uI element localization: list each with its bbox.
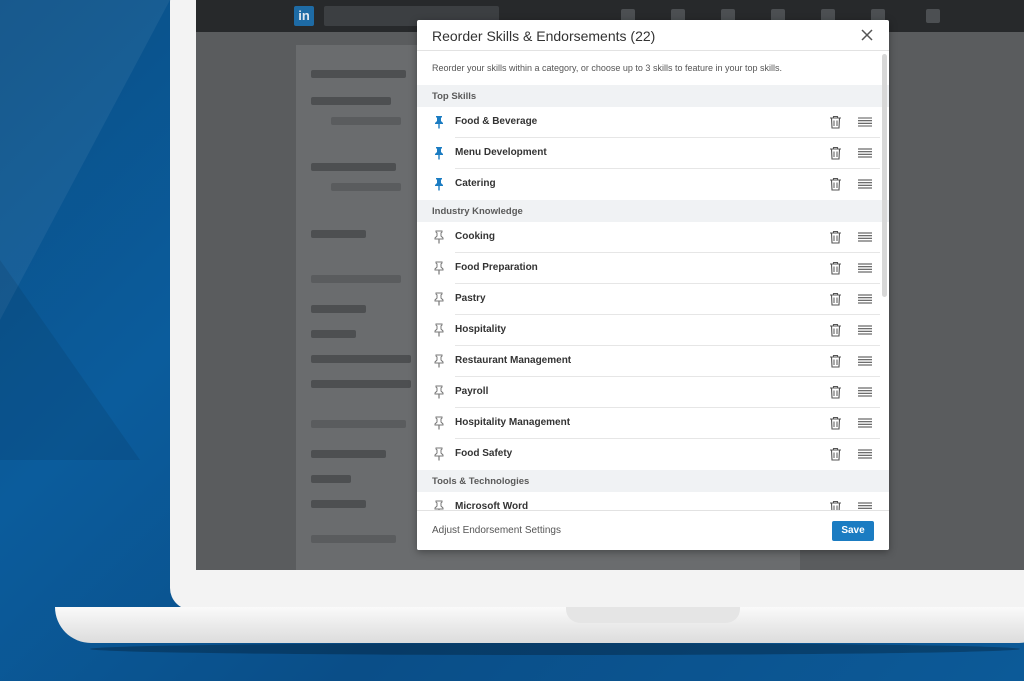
trash-icon[interactable]: [829, 230, 842, 244]
reorder-skills-modal: Reorder Skills & Endorsements (22) Reord…: [417, 20, 889, 550]
scrollbar[interactable]: [882, 54, 887, 509]
skill-label: Payroll: [455, 386, 489, 397]
skill-row[interactable]: Hospitality Management: [417, 408, 889, 439]
trash-icon[interactable]: [829, 261, 842, 275]
trash-icon[interactable]: [829, 177, 842, 191]
drag-handle-icon[interactable]: [858, 294, 872, 304]
modal-body[interactable]: Reorder your skills within a category, o…: [417, 52, 889, 510]
category-header: Industry Knowledge: [417, 200, 889, 222]
skill-list: Top Skills Food & Beverage Menu Developmen…: [417, 85, 889, 510]
skill-row[interactable]: Food Safety: [417, 439, 889, 470]
modal-header: Reorder Skills & Endorsements (22): [417, 20, 889, 51]
drag-handle-icon[interactable]: [858, 418, 872, 428]
background-text-line: [311, 500, 366, 508]
close-icon[interactable]: [859, 27, 875, 43]
drag-handle-icon[interactable]: [858, 179, 872, 189]
background-text-line: [311, 535, 396, 543]
pin-filled-icon[interactable]: [433, 146, 445, 160]
linkedin-logo: in: [294, 6, 314, 26]
pin-outline-icon[interactable]: [433, 292, 445, 306]
skill-label: Food Safety: [455, 448, 513, 459]
pin-filled-icon[interactable]: [433, 115, 445, 129]
skill-label: Hospitality Management: [455, 417, 571, 428]
skill-row[interactable]: Catering: [417, 169, 889, 200]
trash-icon[interactable]: [829, 146, 842, 160]
skill-label: Menu Development: [455, 147, 547, 158]
background-text-line: [331, 183, 401, 191]
pin-filled-icon[interactable]: [433, 177, 445, 191]
pin-outline-icon[interactable]: [433, 500, 445, 510]
drag-handle-icon[interactable]: [858, 387, 872, 397]
drag-handle-icon[interactable]: [858, 356, 872, 366]
trash-icon[interactable]: [829, 416, 842, 430]
skill-label: Restaurant Management: [455, 355, 572, 366]
skill-row[interactable]: Hospitality: [417, 315, 889, 346]
drag-handle-icon[interactable]: [858, 502, 872, 510]
skill-row[interactable]: Food & Beverage: [417, 107, 889, 138]
trash-icon[interactable]: [829, 292, 842, 306]
trash-icon[interactable]: [829, 447, 842, 461]
modal-title: Reorder Skills & Endorsements (22): [432, 28, 656, 44]
trash-icon[interactable]: [829, 115, 842, 129]
drag-handle-icon[interactable]: [858, 117, 872, 127]
modal-description: Reorder your skills within a category, o…: [432, 63, 782, 73]
skill-label: Catering: [455, 178, 496, 189]
trash-icon[interactable]: [829, 354, 842, 368]
drag-handle-icon[interactable]: [858, 449, 872, 459]
skill-label: Cooking: [455, 231, 495, 242]
skill-row[interactable]: Food Preparation: [417, 253, 889, 284]
skill-label: Pastry: [455, 293, 486, 304]
laptop-shadow: [90, 643, 1020, 655]
background-text-line: [311, 420, 406, 428]
scrollbar-thumb[interactable]: [882, 54, 887, 297]
pin-outline-icon[interactable]: [433, 230, 445, 244]
pin-outline-icon[interactable]: [433, 354, 445, 368]
adjust-endorsement-settings-link[interactable]: Adjust Endorsement Settings: [432, 525, 561, 536]
background-text-line: [311, 380, 411, 388]
skill-row[interactable]: Menu Development: [417, 138, 889, 169]
background-text-line: [311, 305, 366, 313]
skill-row[interactable]: Pastry: [417, 284, 889, 315]
background-facet: [0, 260, 140, 460]
trash-icon[interactable]: [829, 500, 842, 510]
background-text-line: [311, 163, 396, 171]
category-header: Top Skills: [417, 85, 889, 107]
skill-row[interactable]: Microsoft Word: [417, 492, 889, 510]
laptop-base: [55, 607, 1024, 643]
drag-handle-icon[interactable]: [858, 325, 872, 335]
background-text-line: [331, 117, 401, 125]
background-text-line: [311, 97, 391, 105]
pin-outline-icon[interactable]: [433, 447, 445, 461]
pin-outline-icon[interactable]: [433, 261, 445, 275]
background-text-line: [311, 450, 386, 458]
more-icon: [926, 9, 940, 23]
save-button[interactable]: Save: [832, 521, 874, 541]
background-text-line: [311, 355, 411, 363]
drag-handle-icon[interactable]: [858, 263, 872, 273]
pin-outline-icon[interactable]: [433, 323, 445, 337]
skill-label: Microsoft Word: [455, 501, 529, 510]
pin-outline-icon[interactable]: [433, 385, 445, 399]
background-text-line: [311, 70, 406, 78]
drag-handle-icon[interactable]: [858, 148, 872, 158]
trash-icon[interactable]: [829, 385, 842, 399]
skill-row[interactable]: Restaurant Management: [417, 346, 889, 377]
background-text-line: [311, 330, 356, 338]
skill-label: Hospitality: [455, 324, 507, 335]
background-text-line: [311, 230, 366, 238]
background-text-line: [311, 475, 351, 483]
category-header: Tools & Technologies: [417, 470, 889, 492]
laptop-notch: [566, 607, 740, 623]
skill-row[interactable]: Payroll: [417, 377, 889, 408]
skill-row[interactable]: Cooking: [417, 222, 889, 253]
pin-outline-icon[interactable]: [433, 416, 445, 430]
trash-icon[interactable]: [829, 323, 842, 337]
skill-label: Food & Beverage: [455, 116, 538, 127]
modal-footer: Adjust Endorsement Settings Save: [417, 510, 889, 550]
drag-handle-icon[interactable]: [858, 232, 872, 242]
background-text-line: [311, 275, 401, 283]
skill-label: Food Preparation: [455, 262, 538, 273]
